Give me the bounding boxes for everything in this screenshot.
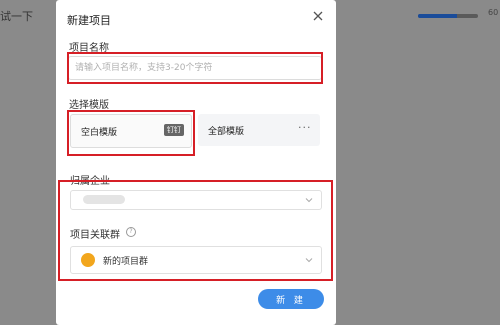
enterprise-value-redacted <box>83 195 125 204</box>
dingtalk-badge: 钉钉 <box>164 124 184 136</box>
dialog-title: 新建项目 <box>67 14 111 27</box>
new-project-dialog: 新建项目 项目名称 选择模版 空白模版 钉钉 全部模版 ··· 归属企业 项目关… <box>56 0 336 325</box>
group-value: 新的项目群 <box>103 257 149 267</box>
enterprise-select[interactable] <box>70 190 322 210</box>
group-select[interactable]: 新的项目群 <box>70 246 322 274</box>
help-icon[interactable]: ? <box>126 227 136 237</box>
project-name-input[interactable] <box>69 57 315 79</box>
template-label: 选择模版 <box>69 100 109 111</box>
chevron-down-icon <box>305 198 313 203</box>
enterprise-label: 归属企业 <box>70 176 110 187</box>
background-progress-bar <box>418 14 478 18</box>
more-icon[interactable]: ··· <box>298 121 312 134</box>
project-name-field[interactable] <box>68 56 322 80</box>
chevron-down-icon <box>305 258 313 263</box>
background-progress-text: 60 <box>488 8 499 17</box>
background-text: 试一下 <box>0 10 33 23</box>
close-icon[interactable] <box>312 10 324 22</box>
create-button-label: 新 建 <box>276 295 306 306</box>
group-label: 项目关联群 <box>70 230 120 241</box>
blank-template-name: 空白模版 <box>81 128 118 138</box>
all-templates-card[interactable]: 全部模版 ··· <box>198 114 320 146</box>
background-progress-fill <box>418 14 457 18</box>
project-name-label: 项目名称 <box>69 43 109 54</box>
all-templates-name: 全部模版 <box>208 127 245 137</box>
group-avatar-icon <box>81 253 95 267</box>
blank-template-card[interactable]: 空白模版 钉钉 <box>70 114 192 148</box>
create-button[interactable]: 新 建 <box>258 289 324 309</box>
